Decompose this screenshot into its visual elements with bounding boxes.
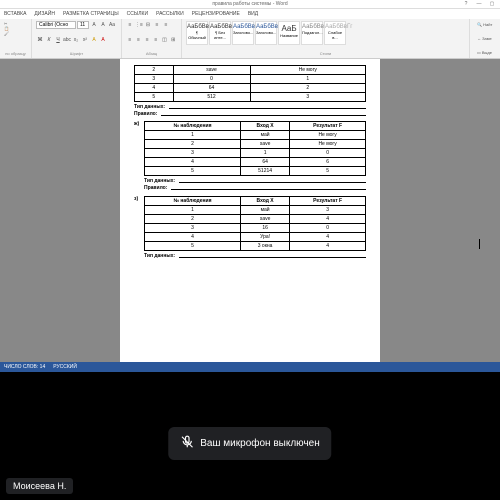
text-fill-icon[interactable]: A [90, 36, 98, 44]
toast-text: Ваш микрофон выключен [200, 438, 319, 449]
text-cursor [479, 239, 480, 249]
align-right-icon[interactable]: ≡ [143, 36, 151, 44]
align-center-icon[interactable]: ≡ [135, 36, 143, 44]
word-count[interactable]: ЧИСЛО СЛОВ: 14 [4, 364, 45, 370]
font-color-icon[interactable]: A [99, 36, 107, 44]
clipboard-label: по образцу [4, 51, 27, 56]
page[interactable]: 2saveНе могу301464255123 Тип данных: Пра… [120, 59, 380, 362]
tab-insert[interactable]: ВСТАВКА [0, 9, 30, 19]
shrink-font-icon[interactable]: A [99, 21, 107, 29]
help-button[interactable]: ? [460, 0, 472, 8]
table-row: 53 окна4 [145, 242, 366, 251]
language[interactable]: РУССКИЙ [53, 364, 77, 370]
style-normal: АаБбВвГг¶ Обычный [186, 21, 208, 45]
strike-icon[interactable]: abc [63, 36, 71, 44]
table-row: 3160 [145, 224, 366, 233]
word-window: правила работы системы - Word ? — ▢ ВСТА… [0, 0, 500, 372]
underline-icon[interactable]: Ч [54, 36, 62, 44]
justify-icon[interactable]: ≡ [152, 36, 160, 44]
doc-title: правила работы системы - Word [212, 1, 287, 7]
indent-dec-icon[interactable]: ≡ [153, 21, 161, 29]
document-area[interactable]: 2saveНе могу301464255123 Тип данных: Пра… [0, 59, 500, 362]
style-h1: АаБбВвЗаголово... [232, 21, 254, 45]
table-g: № наблюденияВход XРезультат F 1майНе мог… [144, 121, 366, 176]
indent-inc-icon[interactable]: ≡ [162, 21, 170, 29]
tab-design[interactable]: ДИЗАЙН [30, 9, 59, 19]
find-button[interactable]: 🔍 Найт [474, 21, 496, 28]
shading-icon[interactable]: ◫ [161, 36, 169, 44]
table-row: 5512145 [145, 167, 366, 176]
bold-icon[interactable]: Ж [36, 36, 44, 44]
font-group-label: Шрифт [36, 51, 117, 56]
table-row: 4642 [135, 84, 366, 93]
subscript-icon[interactable]: x₂ [72, 36, 80, 44]
style-title: АаБНазвание [278, 21, 300, 45]
style-subtitle: АаБбВвГгПодзагол... [301, 21, 323, 45]
section-z-letter: з) [134, 196, 144, 260]
table-row: 310 [145, 149, 366, 158]
ribbon-tabs: ВСТАВКА ДИЗАЙН РАЗМЕТКА СТРАНИЦЫ ССЫЛКИ … [0, 9, 500, 19]
italic-icon[interactable]: К [45, 36, 53, 44]
align-left-icon[interactable]: ≡ [126, 36, 134, 44]
tab-view[interactable]: ВИД [244, 9, 262, 19]
styles-gallery[interactable]: АаБбВвГг¶ Обычный АаБбВвГг¶ Без инте... … [186, 21, 465, 45]
font-name[interactable]: Calibri (Осно [36, 21, 76, 29]
font-size[interactable]: 11 [77, 21, 89, 29]
tab-review[interactable]: РЕЦЕНЗИРОВАНИЕ [188, 9, 244, 19]
table-row: 4646 [145, 158, 366, 167]
change-case-icon[interactable]: Aa [108, 21, 116, 29]
mic-muted-toast: Ваш микрофон выключен [168, 427, 331, 460]
table-row: 301 [135, 75, 366, 84]
mic-off-icon [180, 435, 194, 452]
multilevel-icon[interactable]: ⊟ [144, 21, 152, 29]
section-g-letter: ж) [134, 121, 144, 192]
select-button[interactable]: ▭ Выде [474, 49, 496, 56]
title-bar: правила работы системы - Word ? — ▢ [0, 0, 500, 9]
styles-group-label: Стили [186, 51, 465, 56]
table-z: № наблюденияВход XРезультат F 1май32save… [144, 196, 366, 251]
table-top: 2saveНе могу301464255123 [134, 65, 366, 102]
status-bar: ЧИСЛО СЛОВ: 14 РУССКИЙ [0, 362, 500, 372]
replace-button[interactable]: ↔ Заме [474, 35, 496, 42]
grow-font-icon[interactable]: A [90, 21, 98, 29]
ribbon: ✂📋🖌 по образцу Calibri (Осно 11 A A Aa Ж… [0, 19, 500, 59]
participant-name: Моисеева Н. [6, 478, 73, 494]
table-row: 2saveНе могу [135, 66, 366, 75]
style-subtle: АаБбВвГгСлабое в... [324, 21, 346, 45]
para-group-label: Абзац [126, 51, 177, 56]
tab-layout[interactable]: РАЗМЕТКА СТРАНИЦЫ [59, 9, 123, 19]
superscript-icon[interactable]: x² [81, 36, 89, 44]
format-painter-icon[interactable]: ✂📋🖌 [4, 21, 27, 36]
table-row: 1майНе могу [145, 131, 366, 140]
table-row: 2saveНе могу [145, 140, 366, 149]
minimize-button[interactable]: — [473, 0, 485, 8]
borders-icon[interactable]: ⊞ [169, 36, 177, 44]
table-row: 55123 [135, 93, 366, 102]
table-row: 4Ура!4 [145, 233, 366, 242]
tab-mailings[interactable]: РАССЫЛКИ [152, 9, 188, 19]
style-h2: АаБбВвГЗаголово... [255, 21, 277, 45]
maximize-button[interactable]: ▢ [486, 0, 498, 8]
tab-references[interactable]: ССЫЛКИ [123, 9, 152, 19]
numbering-icon[interactable]: ⋮≡ [135, 21, 143, 29]
table-row: 2save4 [145, 215, 366, 224]
style-nospace: АаБбВвГг¶ Без инте... [209, 21, 231, 45]
bullets-icon[interactable]: ≡ [126, 21, 134, 29]
table-row: 1май3 [145, 206, 366, 215]
